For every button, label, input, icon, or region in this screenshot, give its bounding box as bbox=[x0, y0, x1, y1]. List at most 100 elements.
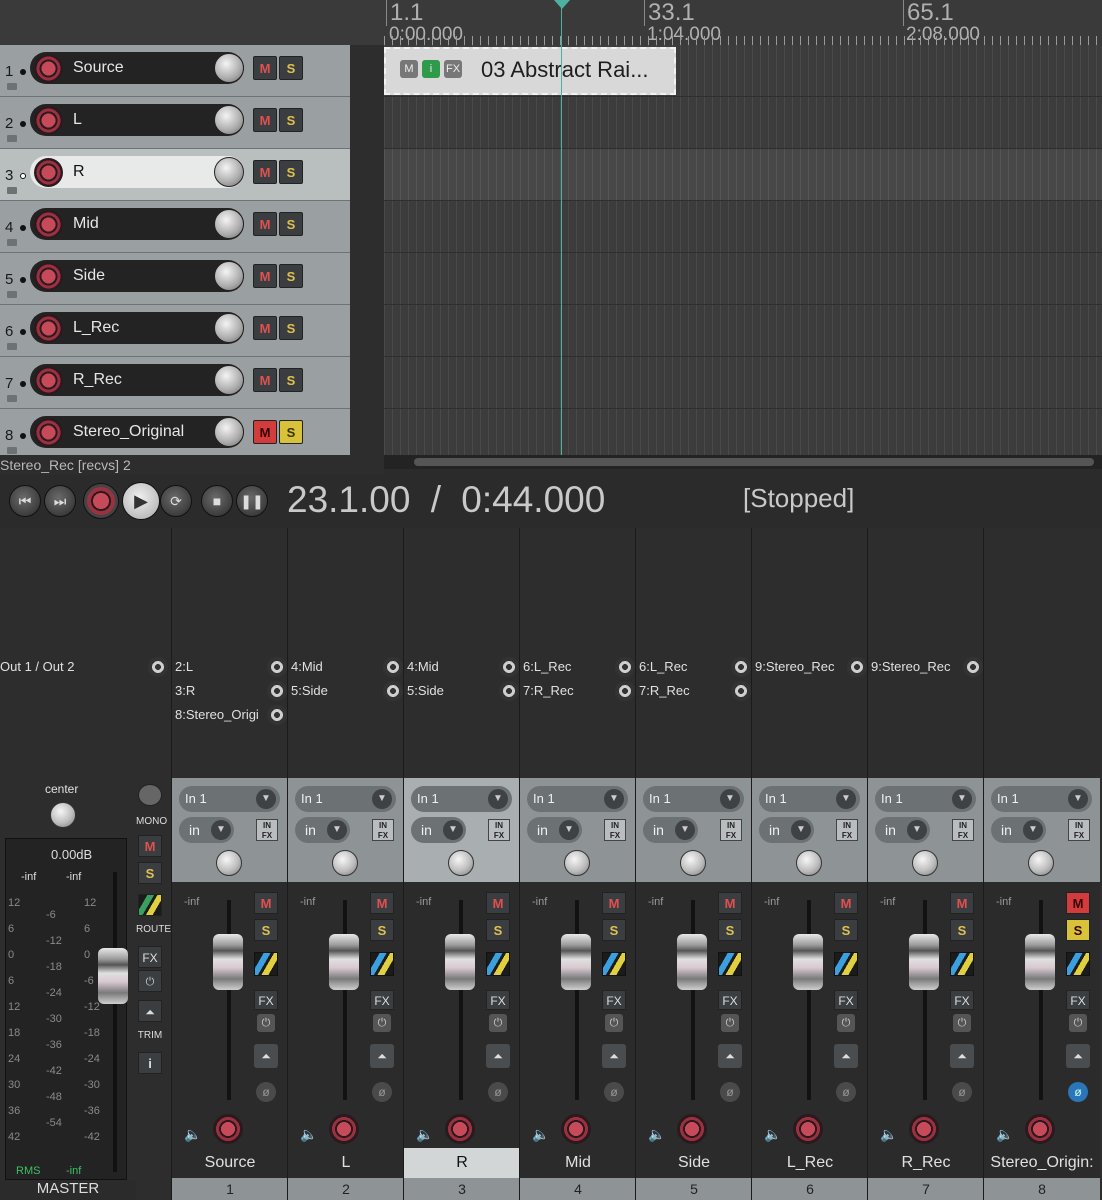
input-select[interactable]: In 1 ▼ bbox=[411, 786, 512, 812]
fader-track[interactable] bbox=[575, 900, 579, 1100]
input-fx-button[interactable]: IN FX bbox=[604, 819, 626, 841]
solo-button[interactable]: S bbox=[279, 212, 303, 236]
mute-button[interactable]: M bbox=[370, 892, 394, 914]
fx-bypass-icon[interactable]: ⏻ bbox=[953, 1014, 971, 1032]
record-arm-button[interactable] bbox=[34, 210, 63, 239]
solo-button[interactable]: S bbox=[1066, 919, 1090, 941]
volume-knob[interactable] bbox=[214, 53, 244, 83]
input-fx-button[interactable]: IN FX bbox=[720, 819, 742, 841]
mute-button[interactable]: M bbox=[253, 108, 277, 132]
track-dot-icon[interactable] bbox=[20, 69, 26, 75]
fader-track[interactable] bbox=[807, 900, 811, 1100]
record-arm-button[interactable] bbox=[561, 1114, 591, 1144]
track-dot-icon[interactable] bbox=[20, 225, 26, 231]
strip-name[interactable]: Stereo_Origin: bbox=[984, 1148, 1100, 1178]
fx-button[interactable]: FX bbox=[254, 990, 278, 1010]
repeat-button[interactable]: ⟳ bbox=[160, 485, 192, 517]
send-knob[interactable] bbox=[383, 657, 403, 677]
item-mute-icon[interactable]: M bbox=[400, 60, 418, 78]
route-button[interactable] bbox=[254, 952, 278, 976]
folder-icon[interactable] bbox=[7, 187, 17, 194]
speaker-icon[interactable]: 🔈 bbox=[532, 1126, 549, 1143]
record-arm-button[interactable] bbox=[445, 1114, 475, 1144]
speaker-icon[interactable]: 🔈 bbox=[996, 1126, 1013, 1143]
fader-track[interactable] bbox=[923, 900, 927, 1100]
speaker-icon[interactable]: 🔈 bbox=[648, 1126, 665, 1143]
mute-button[interactable]: M bbox=[253, 368, 277, 392]
solo-button[interactable]: S bbox=[279, 108, 303, 132]
track-row[interactable]: 3 R MS bbox=[0, 149, 350, 201]
input-mode-select[interactable]: in ▼ bbox=[527, 817, 582, 843]
envelope-icon[interactable]: ⏶ bbox=[486, 1044, 510, 1068]
input-mode-select[interactable]: in ▼ bbox=[295, 817, 350, 843]
send-knob[interactable] bbox=[267, 705, 287, 725]
send-label[interactable]: 4:Mid bbox=[407, 659, 495, 674]
pan-knob[interactable] bbox=[448, 850, 474, 876]
record-arm-button[interactable] bbox=[34, 106, 63, 135]
mute-button[interactable]: M bbox=[602, 892, 626, 914]
tcp-splitter[interactable] bbox=[350, 45, 384, 455]
folder-icon[interactable] bbox=[7, 135, 17, 142]
send-knob[interactable] bbox=[615, 657, 635, 677]
input-select[interactable]: In 1 ▼ bbox=[991, 786, 1092, 812]
folder-icon[interactable] bbox=[7, 343, 17, 350]
input-fx-button[interactable]: IN FX bbox=[836, 819, 858, 841]
master-fader[interactable] bbox=[98, 948, 128, 1004]
volume-knob[interactable] bbox=[214, 105, 244, 135]
mute-button[interactable]: M bbox=[253, 316, 277, 340]
play-button[interactable]: ▶ bbox=[122, 482, 160, 520]
track-row[interactable]: 4 Mid M S bbox=[0, 201, 350, 253]
fx-button[interactable]: FX bbox=[834, 990, 858, 1010]
master-pan-knob[interactable] bbox=[50, 802, 76, 828]
volume-fader[interactable] bbox=[213, 934, 243, 990]
route-button[interactable] bbox=[950, 952, 974, 976]
solo-button[interactable]: S bbox=[279, 368, 303, 392]
track-dot-icon[interactable] bbox=[20, 329, 26, 335]
send-label[interactable]: 9:Stereo_Rec bbox=[871, 659, 959, 674]
send-knob[interactable] bbox=[847, 657, 867, 677]
mute-button[interactable]: M bbox=[253, 420, 277, 444]
pan-knob[interactable] bbox=[332, 850, 358, 876]
phase-invert-icon[interactable]: ø bbox=[1068, 1082, 1088, 1102]
send-label[interactable]: 5:Side bbox=[291, 683, 379, 698]
fx-button[interactable]: FX bbox=[602, 990, 626, 1010]
phase-invert-icon[interactable]: ø bbox=[488, 1082, 508, 1102]
route-button[interactable] bbox=[1066, 952, 1090, 976]
volume-knob[interactable] bbox=[214, 365, 244, 395]
pan-knob[interactable] bbox=[912, 850, 938, 876]
input-mode-select[interactable]: in ▼ bbox=[179, 817, 234, 843]
strip-name[interactable]: Side bbox=[636, 1148, 752, 1178]
master-fader-track[interactable] bbox=[113, 872, 117, 1172]
envelope-icon[interactable]: ⏶ bbox=[602, 1044, 626, 1068]
strip-name[interactable]: R_Rec bbox=[868, 1148, 984, 1178]
fader-track[interactable] bbox=[691, 900, 695, 1100]
item-info-icon[interactable]: i bbox=[422, 60, 440, 78]
folder-icon[interactable] bbox=[7, 239, 17, 246]
volume-fader[interactable] bbox=[561, 934, 591, 990]
record-arm-button[interactable] bbox=[34, 262, 63, 291]
track-row[interactable]: 6 L_Rec M S bbox=[0, 305, 350, 357]
mute-button[interactable]: M bbox=[253, 160, 277, 184]
pan-knob[interactable] bbox=[680, 850, 706, 876]
route-button[interactable] bbox=[718, 952, 742, 976]
stop-button[interactable]: ■ bbox=[201, 485, 233, 517]
fx-bypass-icon[interactable]: ⏻ bbox=[257, 1014, 275, 1032]
folder-icon[interactable] bbox=[7, 395, 17, 402]
track-dot-icon[interactable] bbox=[20, 277, 26, 283]
send-knob[interactable] bbox=[963, 657, 983, 677]
send-knob[interactable] bbox=[499, 657, 519, 677]
master-route-button[interactable] bbox=[138, 894, 162, 916]
track-lanes[interactable] bbox=[384, 45, 1102, 461]
fader-track[interactable] bbox=[343, 900, 347, 1100]
master-envelope-icon[interactable]: ⏶ bbox=[138, 1000, 162, 1022]
send-label[interactable]: 4:Mid bbox=[291, 659, 379, 674]
record-arm-button[interactable] bbox=[677, 1114, 707, 1144]
envelope-icon[interactable]: ⏶ bbox=[834, 1044, 858, 1068]
volume-knob[interactable] bbox=[214, 313, 244, 343]
send-label[interactable]: 5:Side bbox=[407, 683, 495, 698]
strip-name[interactable]: L_Rec bbox=[752, 1148, 868, 1178]
master-fx-bypass-icon[interactable]: ⏻ bbox=[138, 970, 162, 992]
send-label[interactable]: 3:R bbox=[175, 683, 263, 698]
envelope-icon[interactable]: ⏶ bbox=[718, 1044, 742, 1068]
mono-button[interactable] bbox=[138, 784, 162, 806]
